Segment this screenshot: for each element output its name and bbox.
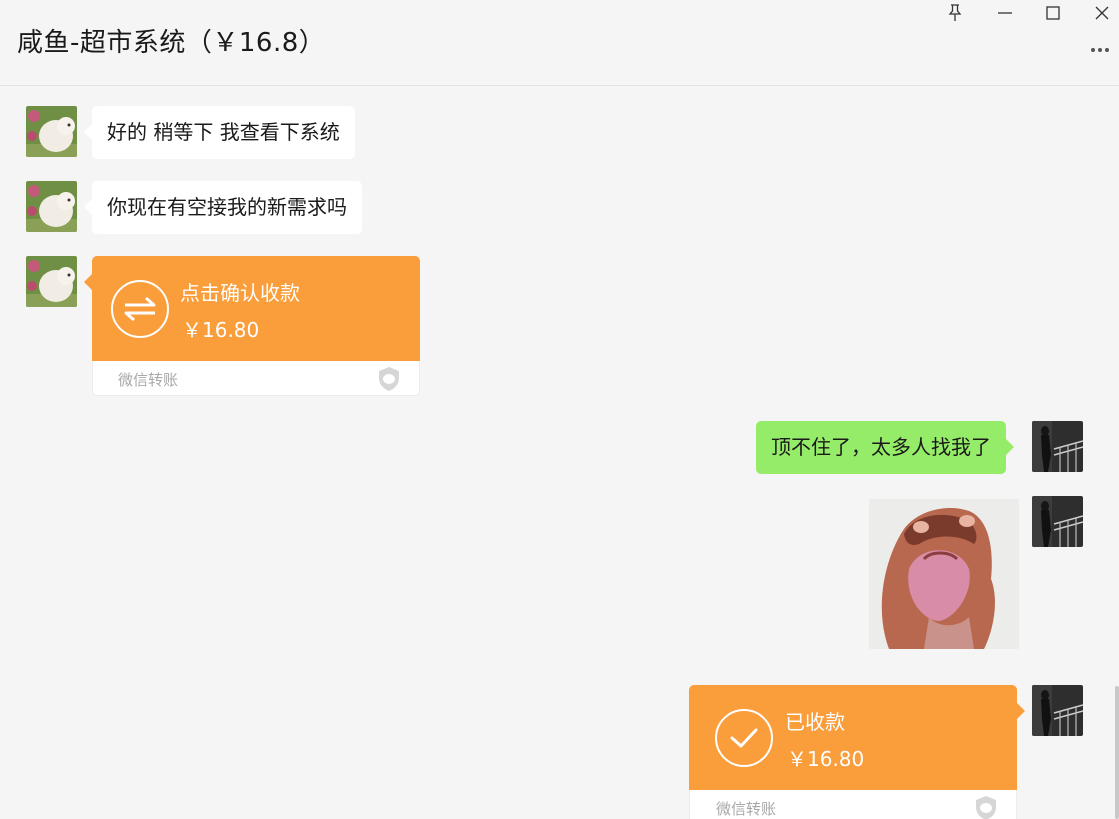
maximize-icon[interactable] [1033,0,1073,26]
transfer-card-pending[interactable]: 点击确认收款 ￥16.80 微信转账 [84,256,420,396]
transfer-card-received[interactable]: 已收款 ￥16.80 微信转账 [689,685,1025,819]
self-avatar[interactable] [1032,496,1083,547]
message-bubble[interactable]: 好的 稍等下 我查看下系统 [84,106,355,159]
transfer-label: 微信转账 [716,800,777,818]
title-bar: 咸鱼-超市系统（￥16.8） [0,0,1119,86]
pin-icon[interactable] [935,0,975,26]
self-avatar[interactable] [1032,685,1083,736]
transfer-amount: ￥16.80 [787,747,865,771]
transfer-card-footer: 微信转账 [92,361,420,396]
transfer-card-header: 已收款 ￥16.80 [689,685,1017,790]
chat-title: 咸鱼-超市系统（￥16.8） [17,28,326,58]
minimize-icon[interactable] [985,0,1025,26]
contact-avatar[interactable] [26,181,77,232]
wechat-pay-shield-icon [974,795,998,819]
contact-avatar[interactable] [26,256,77,307]
wechat-pay-shield-icon [377,366,401,396]
transfer-title: 点击确认收款 [180,281,300,305]
self-avatar[interactable] [1032,421,1083,472]
transfer-arrows-icon [111,280,169,338]
contact-avatar[interactable] [26,106,77,157]
transfer-card-footer: 微信转账 [689,790,1017,819]
transfer-card-header: 点击确认收款 ￥16.80 [92,256,420,361]
transfer-label: 微信转账 [118,371,179,389]
scrollbar[interactable] [1115,686,1119,819]
transfer-title: 已收款 [785,710,845,734]
chat-window: 咸鱼-超市系统（￥16.8） 好的 稍等下 我查看下系统 你现在有空接我的新需求… [0,0,1119,819]
message-bubble[interactable]: 顶不住了，太多人找我了 [756,421,1014,474]
transfer-amount: ￥16.80 [182,318,260,342]
close-icon[interactable] [1082,0,1119,26]
more-dots-icon[interactable] [1085,40,1115,60]
check-icon [715,709,773,767]
message-bubble[interactable]: 你现在有空接我的新需求吗 [84,181,362,234]
cat-sticker[interactable] [869,499,1019,649]
